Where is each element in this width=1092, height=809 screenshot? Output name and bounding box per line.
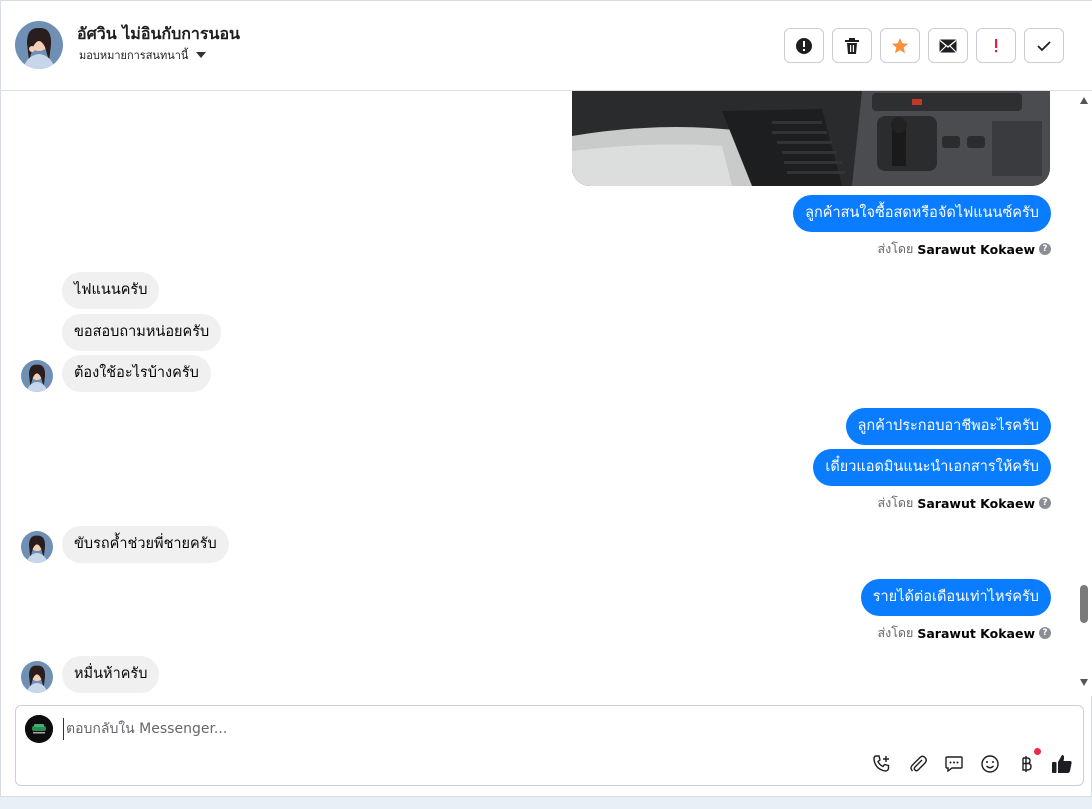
- envelope-icon: [939, 39, 957, 52]
- reply-composer: [15, 705, 1084, 786]
- message-incoming[interactable]: ขับรถค้ำช่วยพี่ชายครับ: [62, 526, 229, 563]
- assign-label: มอบหมายการสนทนานี้: [79, 49, 189, 62]
- contact-avatar-small[interactable]: [21, 531, 53, 563]
- car-interior-photo[interactable]: [572, 91, 1050, 186]
- page-avatar: [25, 715, 53, 743]
- contact-avatar-small[interactable]: [21, 661, 53, 693]
- sent-by-prefix: ส่งโดย: [877, 241, 914, 256]
- emoji-button[interactable]: [979, 753, 1001, 775]
- star-icon: [892, 37, 908, 53]
- baht-icon: [1022, 756, 1032, 772]
- message-incoming[interactable]: ต้องใช้อะไรบ้างครับ: [62, 355, 211, 392]
- delete-button[interactable]: [832, 28, 872, 63]
- assign-conversation-dropdown[interactable]: มอบหมายการสนทนานี้: [79, 46, 207, 64]
- sent-by-prefix: ส่งโดย: [877, 495, 914, 510]
- done-button[interactable]: [1024, 28, 1064, 63]
- message-outgoing[interactable]: เดี๋ยวแอดมินแนะนำเอกสารให้ครับ: [813, 449, 1051, 486]
- star-button[interactable]: [880, 28, 920, 63]
- spam-button[interactable]: [784, 28, 824, 63]
- reply-input[interactable]: [63, 718, 763, 740]
- sent-by-label: ส่งโดย Sarawut Kokaew ?: [877, 493, 1051, 513]
- message-incoming[interactable]: ไฟแนนครับ: [62, 272, 160, 309]
- composer-toolbar: [871, 748, 1073, 775]
- mark-unread-button[interactable]: [928, 28, 968, 63]
- message-outgoing[interactable]: รายได้ต่อเดือนเท่าไหร่ครับ: [860, 579, 1051, 616]
- contact-avatar[interactable]: [15, 21, 63, 69]
- sent-by-label: ส่งโดย Sarawut Kokaew ?: [877, 239, 1051, 259]
- sent-by-agent[interactable]: Sarawut Kokaew: [917, 626, 1035, 641]
- smiley-icon: [981, 755, 999, 773]
- message-outgoing[interactable]: ลูกค้าสนใจซื้อสดหรือจัดไฟแนนซ์ครับ: [793, 195, 1051, 232]
- scrollbar-thumb[interactable]: [1080, 585, 1088, 623]
- attached-image: [572, 91, 1050, 186]
- sent-by-agent[interactable]: Sarawut Kokaew: [917, 242, 1035, 257]
- attach-button[interactable]: [907, 753, 929, 775]
- contact-avatar-small[interactable]: [21, 360, 53, 392]
- important-button[interactable]: [976, 28, 1016, 63]
- scroll-down-arrow-icon[interactable]: [1080, 679, 1088, 686]
- scroll-up-arrow-icon[interactable]: [1080, 97, 1088, 104]
- info-icon[interactable]: ?: [1039, 627, 1051, 639]
- message-incoming[interactable]: ขอสอบถามหน่อยครับ: [62, 314, 222, 351]
- phone-plus-icon: [873, 755, 890, 772]
- saved-replies-button[interactable]: [943, 753, 965, 775]
- caret-down-icon: [196, 52, 207, 58]
- payment-button[interactable]: [1015, 748, 1041, 775]
- contact-name[interactable]: อัศวิน ไม่อินกับการนอน: [77, 22, 240, 47]
- like-button[interactable]: [1051, 753, 1073, 775]
- check-icon: [1037, 40, 1051, 51]
- message-outgoing[interactable]: ลูกค้าประกอบอาชีพอะไรครับ: [845, 408, 1051, 445]
- sent-by-label: ส่งโดย Sarawut Kokaew ?: [877, 623, 1051, 643]
- thread-scrollbar[interactable]: [1077, 91, 1091, 696]
- conversation-header: อัศวิน ไม่อินกับการนอน มอบหมายการสนทนานี…: [1, 1, 1092, 91]
- trash-icon: [845, 37, 859, 54]
- thumbs-up-icon: [1052, 755, 1072, 773]
- notification-dot: [1034, 748, 1041, 755]
- alert-circle-icon: [796, 37, 812, 54]
- conversation-actions: [784, 28, 1064, 63]
- chat-bubble-icon: [945, 756, 963, 773]
- call-button[interactable]: [871, 753, 893, 775]
- message-thread[interactable]: ลูกค้าสนใจซื้อสดหรือจัดไฟแนนซ์ครับ ส่งโด…: [1, 91, 1092, 696]
- inbox-conversation-panel: อัศวิน ไม่อินกับการนอน มอบหมายการสนทนานี…: [0, 0, 1092, 797]
- info-icon[interactable]: ?: [1039, 497, 1051, 509]
- sent-by-prefix: ส่งโดย: [877, 625, 914, 640]
- paperclip-icon: [910, 755, 927, 772]
- message-incoming[interactable]: หมื่นห้าครับ: [62, 656, 160, 693]
- exclamation-icon: [995, 38, 998, 52]
- sent-by-agent[interactable]: Sarawut Kokaew: [917, 496, 1035, 511]
- info-icon[interactable]: ?: [1039, 243, 1051, 255]
